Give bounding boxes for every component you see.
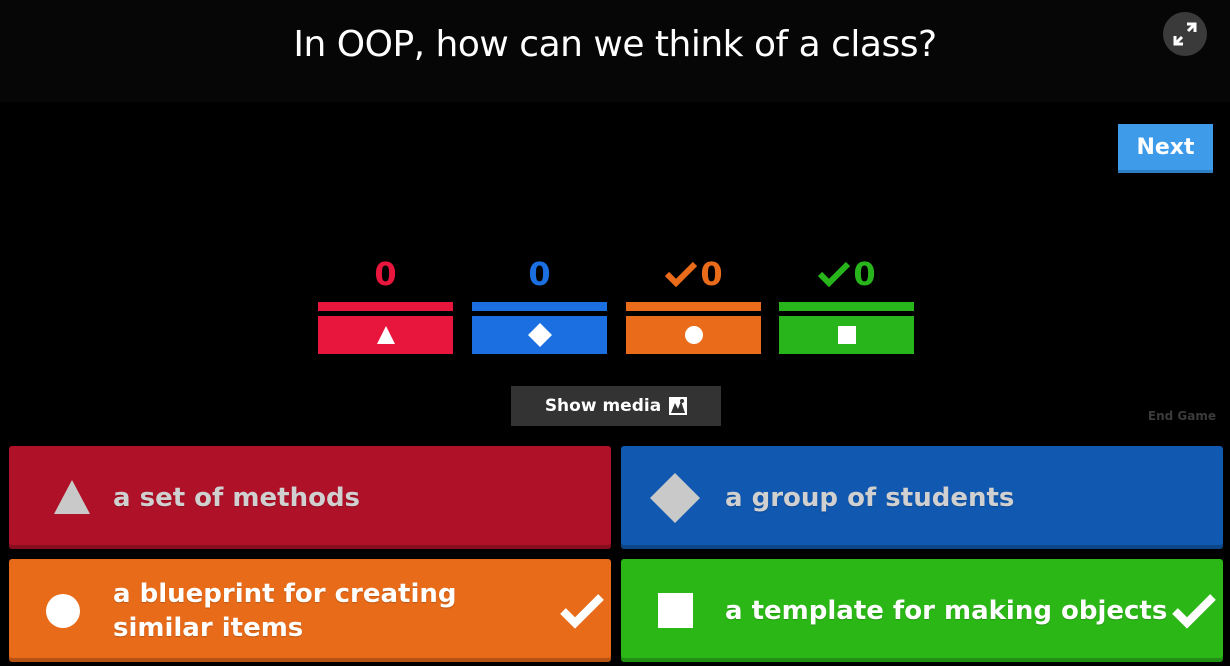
triangle-icon bbox=[376, 326, 395, 344]
answer-text: a set of methods bbox=[113, 483, 361, 513]
result-fill bbox=[472, 302, 607, 311]
result-bar-triangle: 0 bbox=[318, 255, 453, 354]
result-fill bbox=[318, 302, 453, 311]
result-base bbox=[779, 316, 914, 354]
diamond-icon bbox=[527, 323, 552, 347]
show-media-label: Show media bbox=[544, 396, 662, 416]
check-icon bbox=[818, 261, 851, 287]
result-bar-diamond: 0 bbox=[472, 255, 607, 354]
show-media-button[interactable]: Show media bbox=[511, 386, 721, 426]
expand-icon bbox=[1173, 22, 1197, 46]
answer-diamond: a group of students bbox=[621, 446, 1223, 549]
result-fill bbox=[779, 302, 914, 311]
next-button[interactable]: Next bbox=[1118, 124, 1213, 173]
question-title: In OOP, how can we think of a class? bbox=[293, 24, 937, 65]
result-base bbox=[626, 316, 761, 354]
circle-icon bbox=[46, 594, 80, 628]
fullscreen-button[interactable] bbox=[1163, 12, 1207, 56]
check-icon bbox=[1172, 594, 1216, 629]
square-icon bbox=[658, 593, 693, 628]
result-count-value: 0 bbox=[374, 255, 397, 293]
result-base bbox=[318, 316, 453, 354]
answer-text: a group of students bbox=[725, 483, 1015, 513]
answer-triangle: a set of methods bbox=[9, 446, 611, 549]
result-bar-square: 0 bbox=[779, 255, 914, 354]
result-count: 0 bbox=[779, 255, 914, 293]
result-count: 0 bbox=[318, 255, 453, 293]
answer-square: a template for making objects bbox=[621, 559, 1223, 662]
circle-icon bbox=[684, 326, 703, 344]
result-count-value: 0 bbox=[528, 255, 551, 293]
result-bar-circle: 0 bbox=[626, 255, 761, 354]
check-icon bbox=[665, 261, 698, 287]
question-header: In OOP, how can we think of a class? bbox=[0, 0, 1230, 102]
answer-circle: a blueprint for creating similar items bbox=[9, 559, 611, 662]
result-count-value: 0 bbox=[700, 255, 723, 293]
end-game-link[interactable]: End Game bbox=[1130, 409, 1216, 423]
square-icon bbox=[837, 326, 856, 344]
result-fill bbox=[626, 302, 761, 311]
triangle-icon bbox=[54, 480, 90, 514]
result-count: 0 bbox=[626, 255, 761, 293]
result-count-value: 0 bbox=[853, 255, 876, 293]
image-icon bbox=[669, 397, 688, 415]
answer-text: a blueprint for creating similar items bbox=[113, 579, 457, 643]
diamond-icon bbox=[650, 473, 700, 523]
check-icon bbox=[560, 594, 604, 629]
answer-text: a template for making objects bbox=[725, 596, 1168, 626]
result-base bbox=[472, 316, 607, 354]
result-count: 0 bbox=[472, 255, 607, 293]
